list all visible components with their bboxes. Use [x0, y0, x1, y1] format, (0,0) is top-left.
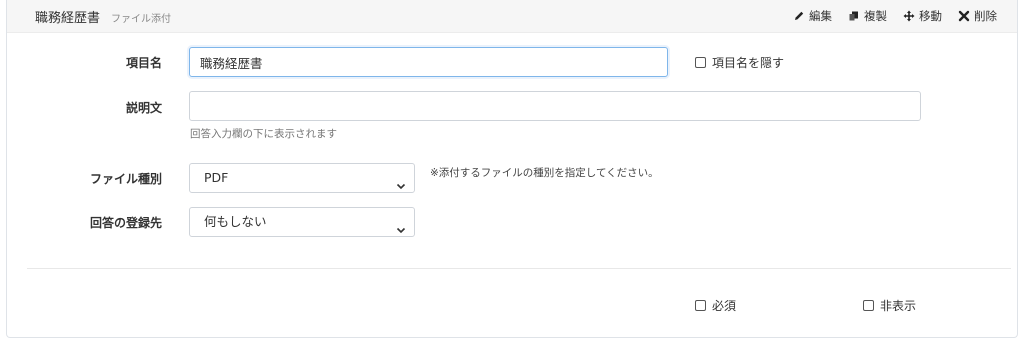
file-type-value: PDF — [204, 170, 229, 185]
required-checkbox[interactable]: 必須 — [695, 297, 736, 314]
edit-button[interactable]: 編集 — [793, 8, 832, 24]
hide-item-name-box[interactable] — [695, 57, 706, 68]
destination-value: 何もしない — [204, 214, 267, 229]
chevron-down-icon — [396, 173, 406, 190]
file-type-select[interactable]: PDF — [189, 163, 415, 193]
delete-button[interactable]: 削除 — [958, 8, 997, 24]
description-label: 説明文 — [125, 101, 162, 115]
hidden-checkbox[interactable]: 非表示 — [863, 297, 916, 314]
panel-header: 職務経歴書 ファイル添付 編集 複製 移動 削除 — [7, 0, 1017, 33]
description-help: 回答入力欄の下に表示されます — [190, 128, 337, 140]
delete-label: 削除 — [974, 9, 997, 23]
item-name-input[interactable] — [189, 47, 668, 77]
section-divider — [27, 268, 1011, 269]
header-actions: 編集 複製 移動 削除 — [793, 8, 997, 24]
destination-label: 回答の登録先 — [89, 216, 162, 230]
copy-hand-icon — [848, 10, 860, 22]
copy-label: 複製 — [864, 9, 887, 23]
pencil-icon — [793, 10, 805, 22]
form-item-panel: 職務経歴書 ファイル添付 編集 複製 移動 削除 項目名 職務経歴書 項目名を隠… — [6, 0, 1018, 338]
file-type-note: ※添付するファイルの種別を指定してください。 — [430, 167, 659, 179]
item-name-label: 項目名 — [125, 56, 162, 70]
hidden-label: 非表示 — [880, 299, 917, 313]
move-button[interactable]: 移動 — [903, 8, 942, 24]
edit-label: 編集 — [809, 9, 832, 23]
required-label: 必須 — [712, 299, 737, 313]
hide-item-name-label: 項目名を隠す — [712, 56, 785, 70]
move-label: 移動 — [919, 9, 942, 23]
move-arrows-icon — [903, 10, 915, 22]
x-icon — [958, 10, 970, 22]
file-type-label: ファイル種別 — [89, 172, 162, 186]
description-input[interactable] — [189, 91, 921, 121]
panel-subtitle: ファイル添付 — [111, 14, 171, 25]
chevron-down-icon — [396, 217, 406, 234]
destination-select[interactable]: 何もしない — [189, 207, 415, 237]
panel-title: 職務経歴書 — [35, 11, 101, 26]
hide-item-name-checkbox[interactable]: 項目名を隠す — [695, 54, 784, 71]
copy-button[interactable]: 複製 — [848, 8, 887, 24]
required-box[interactable] — [695, 300, 706, 311]
hidden-box[interactable] — [863, 300, 874, 311]
